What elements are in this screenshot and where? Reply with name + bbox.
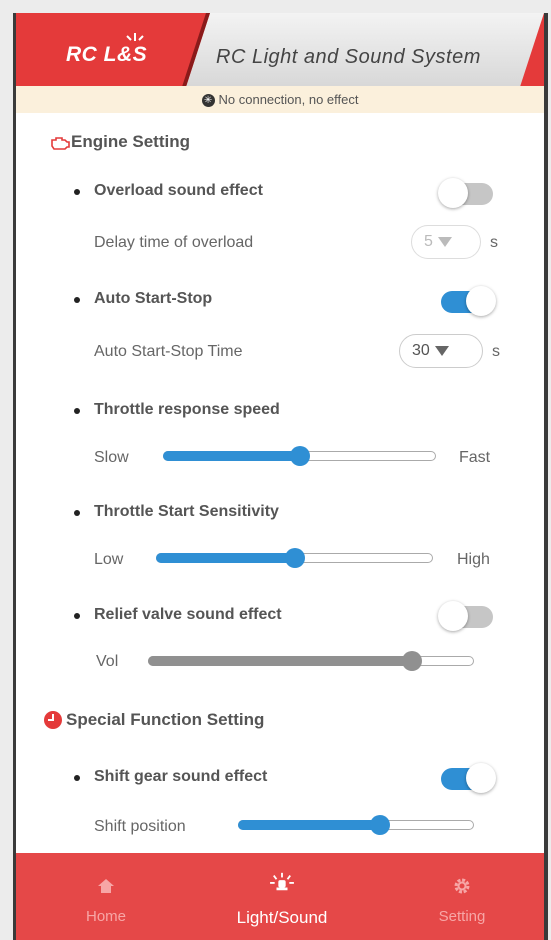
nav-light-sound[interactable]: Light/Sound bbox=[212, 853, 352, 940]
bottom-nav: Home Light/Sound Setting bbox=[16, 853, 544, 940]
slider-thumb[interactable] bbox=[289, 446, 310, 466]
bullet-dot bbox=[74, 408, 80, 414]
special-section-title: Special Function Setting bbox=[66, 710, 265, 729]
engine-section-title: Engine Setting bbox=[71, 132, 190, 151]
app-title: RC Light and Sound System bbox=[216, 46, 481, 68]
screen: RC L&S RC Light and Sound System ✳ No con… bbox=[0, 0, 551, 940]
auto-start-stop-time-unit: s bbox=[492, 343, 500, 360]
overload-delay-value: 5 bbox=[424, 233, 433, 250]
slider-fill bbox=[148, 656, 413, 666]
relief-valve-label: Relief valve sound effect bbox=[94, 606, 282, 623]
nav-setting-label: Setting bbox=[438, 908, 486, 925]
app-header: RC L&S RC Light and Sound System bbox=[16, 13, 544, 86]
throttle-sensitivity-max-label: High bbox=[457, 551, 490, 568]
slider-thumb[interactable] bbox=[369, 815, 390, 835]
throttle-response-min-label: Slow bbox=[94, 449, 129, 466]
light-sound-icon bbox=[270, 872, 294, 891]
app-logo: RC L&S bbox=[66, 43, 148, 66]
bluetooth-icon: ✳ bbox=[201, 94, 215, 108]
nav-light-sound-label: Light/Sound bbox=[236, 908, 328, 927]
nav-home-label: Home bbox=[85, 908, 126, 925]
auto-start-stop-time-select[interactable]: 30 bbox=[399, 334, 483, 368]
connection-notice: ✳ No connection, no effect bbox=[16, 86, 544, 113]
throttle-sensitivity-min-label: Low bbox=[94, 551, 124, 568]
bullet-dot bbox=[74, 189, 80, 195]
relief-valve-volume-slider[interactable] bbox=[148, 651, 474, 671]
toggle-knob bbox=[466, 763, 496, 793]
chevron-down-icon bbox=[437, 236, 452, 247]
toggle-knob bbox=[466, 286, 496, 316]
auto-start-stop-time-value: 30 bbox=[412, 342, 430, 359]
throttle-response-slider[interactable] bbox=[163, 446, 436, 466]
shift-position-slider[interactable] bbox=[238, 815, 474, 835]
slider-thumb[interactable] bbox=[402, 651, 423, 671]
toggle-knob bbox=[438, 178, 468, 208]
connection-notice-text: No connection, no effect bbox=[218, 92, 359, 107]
shift-gear-sound-toggle[interactable] bbox=[438, 763, 496, 793]
slider-thumb[interactable] bbox=[284, 548, 305, 568]
home-icon bbox=[98, 879, 114, 893]
overload-delay-select[interactable]: 5 bbox=[411, 225, 481, 259]
relief-valve-toggle[interactable] bbox=[438, 601, 496, 631]
slider-fill bbox=[163, 451, 300, 461]
throttle-response-max-label: Fast bbox=[459, 449, 491, 466]
toggle-knob bbox=[438, 601, 468, 631]
logo-rays-icon bbox=[126, 33, 144, 41]
relief-valve-vol-label: Vol bbox=[96, 653, 119, 670]
bullet-dot bbox=[74, 613, 80, 619]
throttle-sensitivity-slider[interactable] bbox=[156, 548, 433, 568]
bullet-dot bbox=[74, 297, 80, 303]
app-window: RC L&S RC Light and Sound System ✳ No con… bbox=[13, 13, 548, 940]
chevron-down-icon bbox=[434, 345, 449, 356]
auto-start-stop-label: Auto Start-Stop bbox=[94, 290, 213, 307]
special-function-icon bbox=[44, 711, 62, 729]
throttle-response-label: Throttle response speed bbox=[94, 401, 280, 418]
nav-home[interactable]: Home bbox=[36, 853, 176, 940]
slider-fill bbox=[238, 820, 380, 830]
bullet-dot bbox=[74, 775, 80, 781]
shift-position-label: Shift position bbox=[94, 818, 186, 835]
nav-setting[interactable]: Setting bbox=[392, 853, 532, 940]
engine-icon bbox=[51, 137, 70, 150]
overload-sound-toggle[interactable] bbox=[438, 178, 496, 208]
overload-delay-unit: s bbox=[490, 234, 498, 251]
throttle-sensitivity-label: Throttle Start Sensitivity bbox=[94, 503, 279, 520]
gear-icon bbox=[454, 878, 470, 894]
auto-start-stop-toggle[interactable] bbox=[438, 286, 496, 316]
slider-fill bbox=[156, 553, 295, 563]
bullet-dot bbox=[74, 510, 80, 516]
overload-delay-label: Delay time of overload bbox=[94, 234, 254, 251]
auto-start-stop-time-label: Auto Start-Stop Time bbox=[94, 343, 243, 360]
shift-gear-sound-label: Shift gear sound effect bbox=[94, 768, 268, 785]
overload-sound-label: Overload sound effect bbox=[94, 182, 263, 199]
